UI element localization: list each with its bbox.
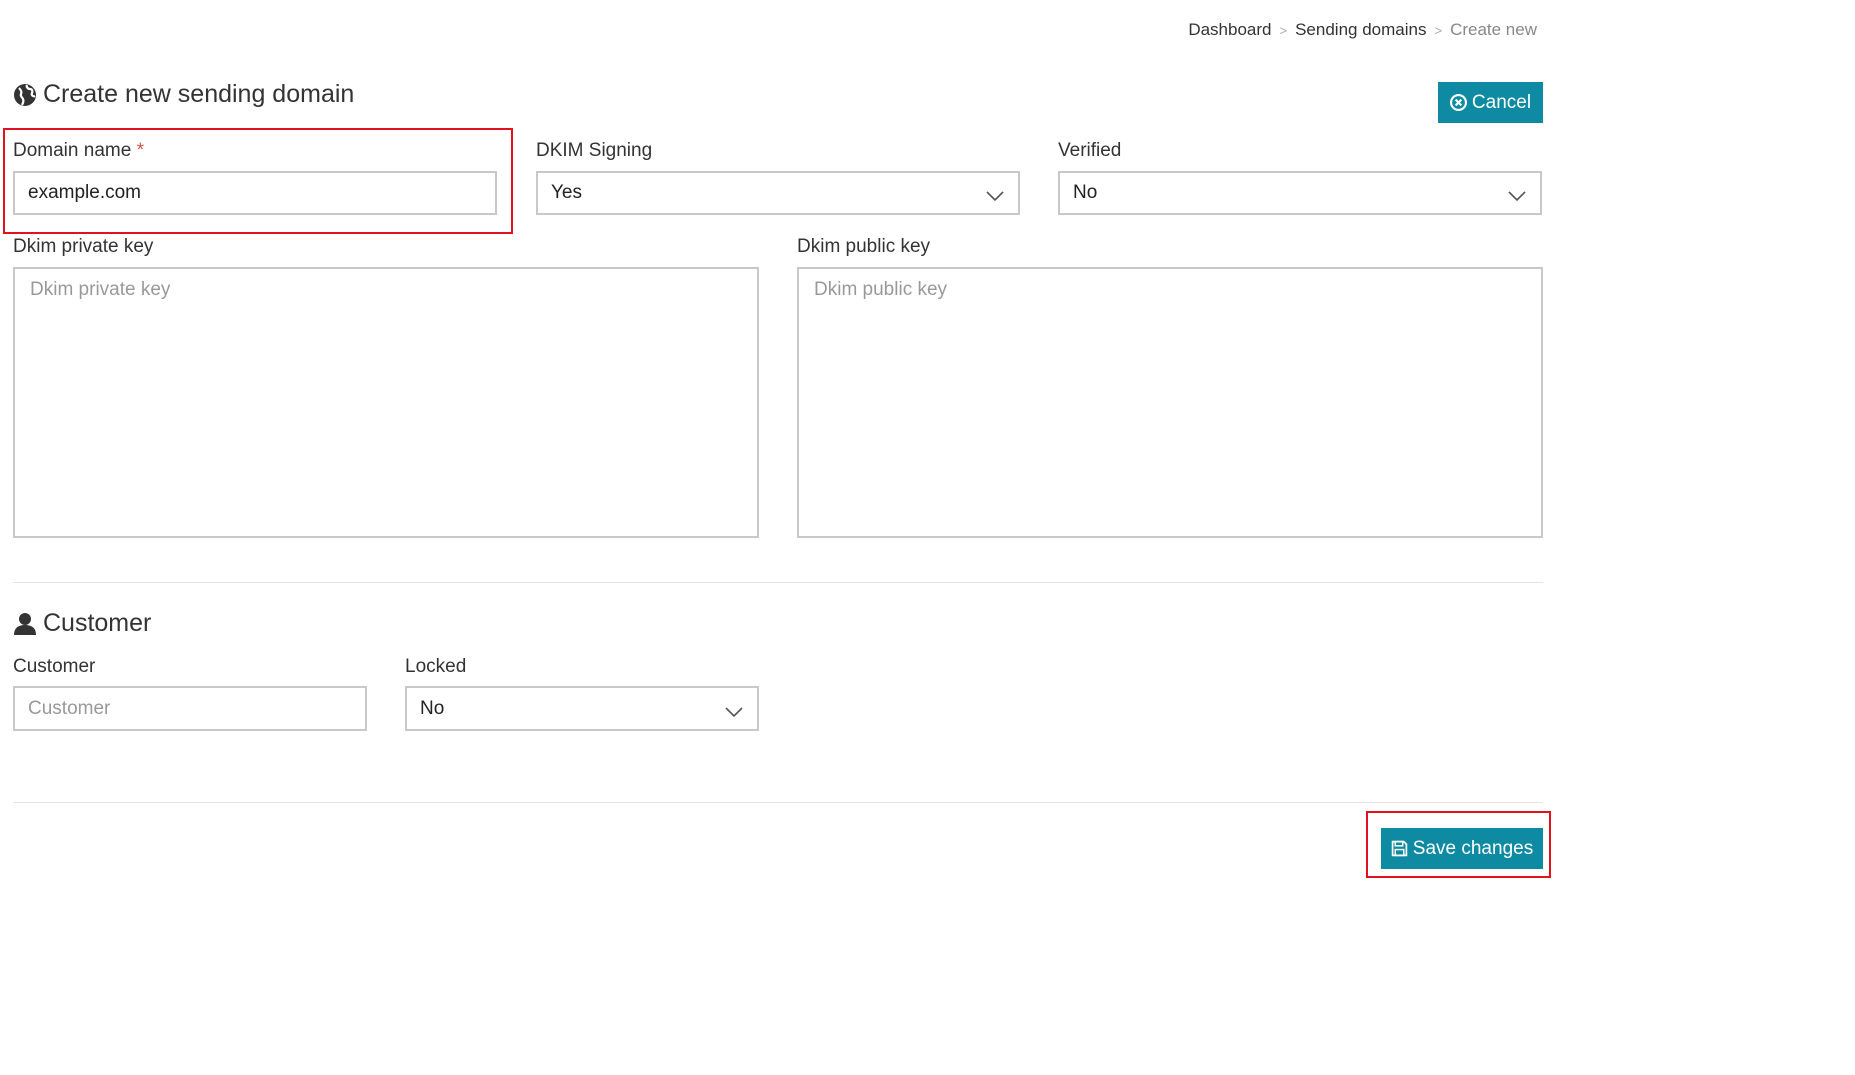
breadcrumb-current: Create new <box>1450 20 1537 39</box>
floppy-disk-icon <box>1391 840 1408 857</box>
page-title: Create new sending domain <box>13 80 354 109</box>
domain-name-label: Domain name * <box>13 140 144 162</box>
locked-label: Locked <box>405 656 467 677</box>
breadcrumb-dashboard[interactable]: Dashboard <box>1188 20 1271 40</box>
breadcrumb-separator: > <box>1434 22 1443 38</box>
locked-value: No <box>420 697 445 719</box>
customer-section-title-text: Customer <box>43 609 152 637</box>
dkim-public-key-textarea[interactable]: Dkim public key <box>797 267 1543 538</box>
dkim-public-key-label: Dkim public key <box>797 236 931 257</box>
dkim-private-key-placeholder: Dkim private key <box>30 279 171 300</box>
page: Dashboard > Sending domains > Create new… <box>0 0 1855 1075</box>
dkim-signing-value: Yes <box>551 182 582 203</box>
dkim-private-key-textarea[interactable]: Dkim private key <box>13 267 759 538</box>
customer-input[interactable]: Customer <box>13 686 367 731</box>
domain-name-input[interactable]: example.com <box>13 171 497 215</box>
footer-divider <box>13 802 1543 803</box>
verified-value: No <box>1073 182 1098 203</box>
customer-placeholder: Customer <box>28 697 111 719</box>
customer-label: Customer <box>13 656 96 677</box>
save-changes-button[interactable]: Save changes <box>1381 828 1543 869</box>
chevron-down-icon <box>725 702 743 717</box>
chevron-down-icon <box>1508 186 1526 202</box>
dkim-private-key-label: Dkim private key <box>13 236 154 257</box>
save-changes-label: Save changes <box>1412 837 1534 859</box>
required-marker: * <box>136 140 144 161</box>
page-title-text: Create new sending domain <box>43 80 355 108</box>
breadcrumb: Dashboard > Sending domains > Create new <box>1188 20 1537 40</box>
domain-name-value: example.com <box>28 182 141 203</box>
user-icon <box>13 612 37 636</box>
dkim-public-key-placeholder: Dkim public key <box>814 279 948 300</box>
dkim-signing-label: DKIM Signing <box>536 140 653 161</box>
chevron-down-icon <box>986 186 1004 202</box>
cancel-button-label: Cancel <box>1471 91 1532 113</box>
verified-select[interactable]: No <box>1058 171 1542 215</box>
verified-label: Verified <box>1058 140 1122 161</box>
section-divider <box>13 582 1543 583</box>
domain-name-label-text: Domain name <box>13 140 132 161</box>
times-circle-icon <box>1449 94 1467 111</box>
breadcrumb-separator: > <box>1279 22 1288 38</box>
locked-select[interactable]: No <box>405 686 759 731</box>
dkim-signing-select[interactable]: Yes <box>536 171 1020 215</box>
customer-section-title: Customer <box>13 609 151 638</box>
globe-icon <box>13 83 37 107</box>
breadcrumb-sending-domains[interactable]: Sending domains <box>1295 20 1426 40</box>
cancel-button[interactable]: Cancel <box>1438 82 1543 123</box>
